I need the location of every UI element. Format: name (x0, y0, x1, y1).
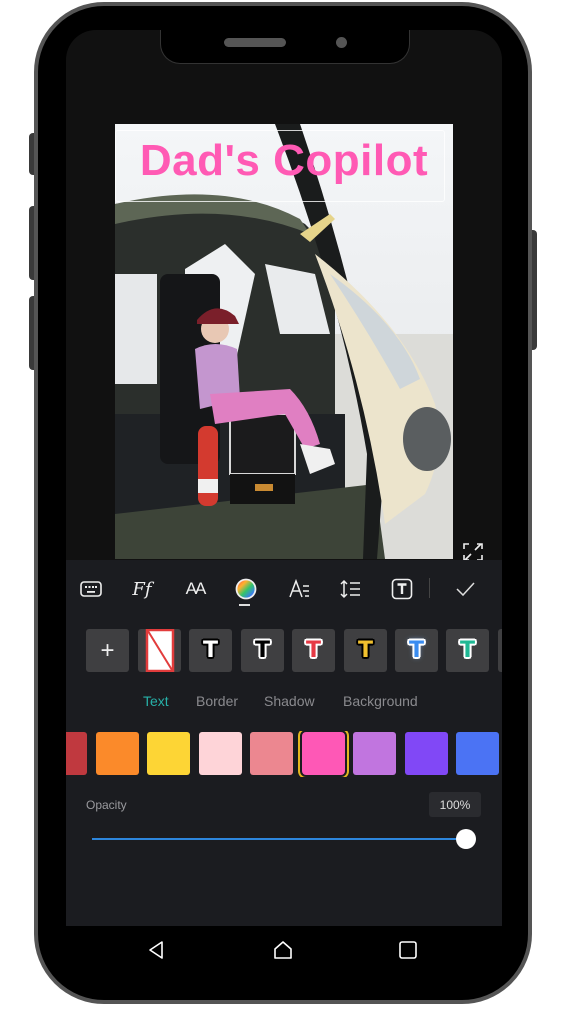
text-box-icon (391, 578, 413, 600)
color-swatch[interactable] (198, 732, 242, 775)
toolbar-font-button[interactable]: Ff (127, 574, 157, 604)
preset-t-glyph: T (408, 638, 424, 663)
toolbar-color-button[interactable] (231, 574, 261, 604)
notch (160, 30, 410, 64)
nav-recents-button[interactable] (396, 938, 420, 962)
style-preset-partial[interactable] (498, 629, 502, 672)
line-spacing-icon (340, 579, 360, 599)
color-palette (66, 731, 502, 777)
style-preset[interactable]: T (446, 629, 489, 672)
style-preset[interactable]: T (241, 629, 284, 672)
expand-icon (463, 543, 483, 561)
system-navigation-bar (66, 926, 502, 976)
plus-icon: + (100, 636, 115, 664)
opacity-value-badge[interactable]: 100% (429, 792, 481, 817)
color-target-tabs: Text Border Shadow Background (66, 693, 502, 713)
opacity-value-text: 100% (439, 797, 471, 812)
active-tool-indicator (239, 604, 250, 606)
preset-t-glyph: T (305, 638, 321, 663)
style-preset[interactable]: T (292, 629, 335, 672)
tab-shadow[interactable]: Shadow (264, 693, 315, 709)
preset-t-glyph: T (254, 638, 270, 663)
nav-home-button[interactable] (271, 938, 295, 962)
style-preset[interactable]: T (189, 629, 232, 672)
style-presets-row: + T T T T T T (86, 629, 502, 673)
opacity-slider-fill (92, 838, 466, 840)
color-swatch[interactable] (297, 731, 349, 777)
keyboard-icon (80, 581, 102, 597)
text-style-panel: Ff AA + T T T T T T Text Border Shadow B… (66, 560, 502, 926)
color-wheel-icon (235, 578, 257, 600)
preset-t-glyph: T (357, 638, 373, 663)
color-swatch[interactable] (353, 732, 396, 775)
toolbar-text-box-button[interactable] (387, 574, 417, 604)
color-swatch[interactable] (456, 732, 499, 775)
earpiece-speaker (224, 38, 286, 47)
preset-t-glyph: T (202, 638, 218, 663)
text-size-icon: AA (185, 579, 207, 598)
add-style-button[interactable]: + (86, 629, 129, 672)
toolbar-alignment-button[interactable] (284, 574, 314, 604)
toolbar-text-size-button[interactable]: AA (180, 574, 210, 604)
toolbar-keyboard-button[interactable] (76, 574, 106, 604)
toolbar-line-spacing-button[interactable] (335, 574, 365, 604)
tab-background[interactable]: Background (343, 693, 418, 709)
back-icon (149, 941, 163, 959)
color-swatch[interactable] (95, 732, 139, 775)
confirm-button[interactable] (450, 574, 480, 604)
style-preset[interactable]: T (344, 629, 387, 672)
color-swatch[interactable] (147, 732, 190, 775)
style-preset-none[interactable] (138, 629, 181, 672)
overlay-text[interactable]: Dad's Copilot (115, 136, 453, 186)
toolbar-divider (429, 578, 430, 598)
opacity-label: Opacity (86, 798, 127, 812)
fullscreen-button[interactable] (462, 542, 484, 562)
color-swatch[interactable] (250, 732, 293, 775)
opacity-slider-thumb[interactable] (456, 829, 476, 849)
tab-border[interactable]: Border (196, 693, 238, 709)
text-align-icon (289, 579, 309, 598)
style-preset[interactable]: T (395, 629, 438, 672)
tab-text[interactable]: Text (143, 693, 169, 709)
opacity-slider[interactable] (92, 829, 476, 849)
front-camera (336, 37, 347, 48)
nav-back-button[interactable] (144, 938, 168, 962)
no-style-icon (145, 629, 174, 672)
recents-icon (399, 941, 417, 959)
preset-t-glyph: T (459, 638, 475, 663)
text-toolbar: Ff AA (66, 560, 502, 618)
photo-canvas[interactable]: Dad's Copilot (115, 124, 453, 559)
color-swatch[interactable] (404, 732, 448, 775)
color-swatch[interactable] (66, 732, 87, 775)
font-icon: Ff (132, 578, 152, 600)
checkmark-icon (456, 582, 475, 597)
home-icon (274, 941, 292, 959)
